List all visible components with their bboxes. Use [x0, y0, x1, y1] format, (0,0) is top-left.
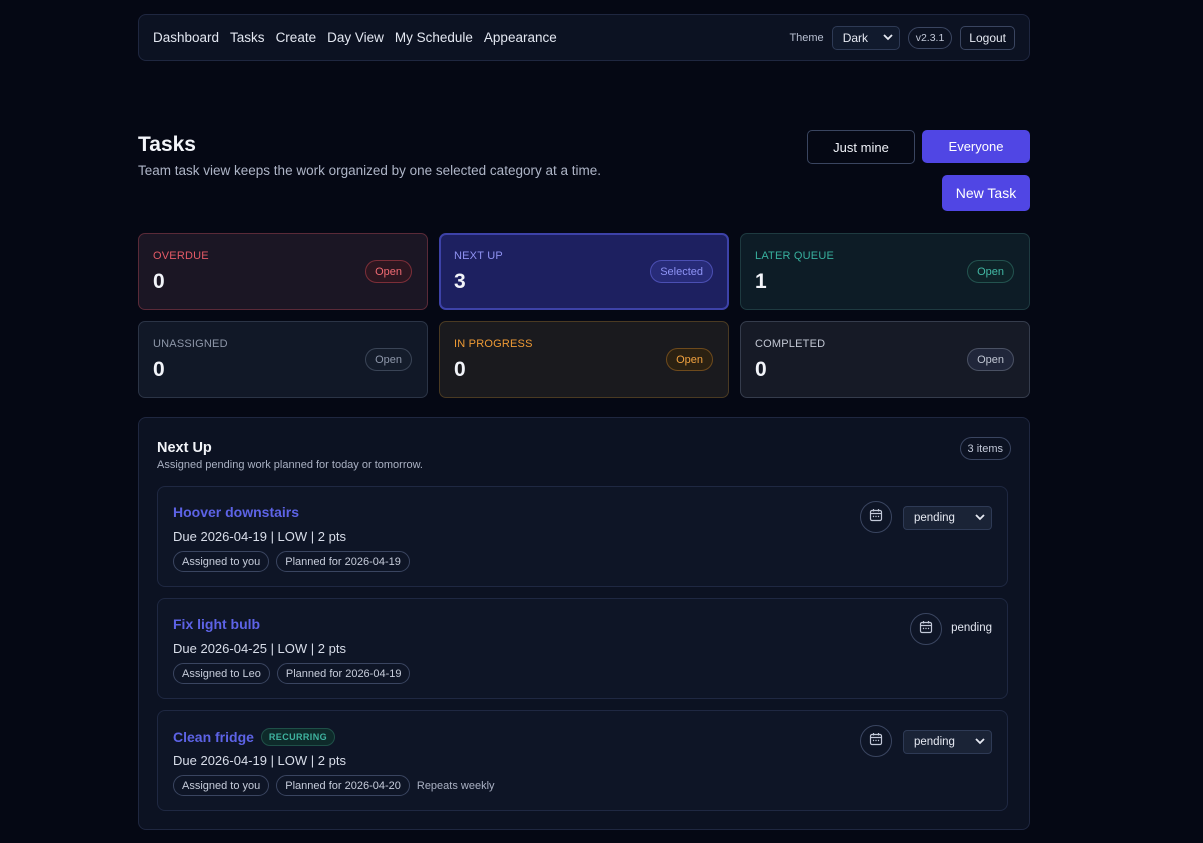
task-title[interactable]: Hoover downstairs	[173, 504, 299, 520]
repeat-text: Repeats weekly	[416, 779, 495, 792]
category-label: NEXT UP	[454, 250, 503, 262]
status-text: pending	[951, 622, 992, 634]
category-count: 3	[454, 270, 466, 293]
new-task-button[interactable]: New Task	[942, 175, 1030, 211]
status-select[interactable]: pending	[903, 730, 992, 754]
schedule-button[interactable]	[860, 725, 892, 757]
just-mine-button[interactable]: Just mine	[807, 130, 915, 164]
page-title: Tasks	[138, 133, 196, 156]
task-card: Clean fridge RECURRING Due 2026-04-19 | …	[157, 710, 1008, 811]
item-count-badge: 3 items	[959, 437, 1011, 460]
schedule-button[interactable]	[860, 501, 892, 533]
task-card: Fix light bulb Due 2026-04-25 | LOW | 2 …	[157, 598, 1008, 699]
category-card-later-queue[interactable]: LATER QUEUE 1 Open	[740, 233, 1030, 310]
calendar-icon	[869, 508, 883, 527]
task-title-link[interactable]: Clean fridge RECURRING	[173, 728, 336, 746]
status-select[interactable]: pending	[903, 506, 992, 530]
nav-right: Theme Dark v2.3.1 Logout	[789, 25, 1015, 50]
planned-chip: Planned for 2026-04-20	[276, 775, 410, 796]
chevron-down-icon	[975, 512, 985, 524]
logout-button[interactable]: Logout	[960, 25, 1015, 50]
nav-link-day-view[interactable]: Day View	[327, 30, 384, 45]
category-label: COMPLETED	[755, 338, 826, 350]
assignee-chip: Assigned to Leo	[173, 663, 270, 684]
panel-subtitle: Assigned pending work planned for today …	[157, 459, 423, 471]
category-card-next-up[interactable]: NEXT UP 3 Selected	[439, 233, 729, 310]
planned-chip: Planned for 2026-04-19	[276, 551, 410, 572]
top-nav: Dashboard Tasks Create Day View My Sched…	[138, 14, 1030, 61]
status-select-value: pending	[914, 512, 955, 524]
nav-links: Dashboard Tasks Create Day View My Sched…	[153, 30, 557, 45]
category-card-overdue[interactable]: OVERDUE 0 Open	[138, 233, 428, 310]
task-chips: Assigned to you Planned for 2026-04-19	[173, 551, 410, 572]
page-container: Dashboard Tasks Create Day View My Sched…	[138, 14, 1030, 830]
planned-chip: Planned for 2026-04-19	[276, 663, 411, 684]
category-badge[interactable]: Open	[365, 348, 412, 371]
category-label: OVERDUE	[153, 250, 209, 262]
task-card: Hoover downstairs Due 2026-04-19 | LOW |…	[157, 486, 1008, 587]
task-chips: Assigned to Leo Planned for 2026-04-19	[173, 663, 411, 684]
page-header: Tasks Team task view keeps the work orga…	[138, 61, 1030, 830]
chevron-down-icon	[975, 736, 985, 748]
task-title-link[interactable]: Hoover downstairs	[173, 504, 299, 520]
schedule-button[interactable]	[910, 613, 942, 645]
task-meta: Due 2026-04-25 | LOW | 2 pts	[173, 641, 346, 656]
status-select-value: pending	[914, 736, 955, 748]
category-count: 0	[454, 358, 466, 381]
nav-link-tasks[interactable]: Tasks	[230, 30, 265, 45]
assignee-chip: Assigned to you	[173, 551, 270, 572]
theme-label: Theme	[789, 31, 824, 44]
nav-link-my-schedule[interactable]: My Schedule	[395, 30, 473, 45]
task-title-link[interactable]: Fix light bulb	[173, 616, 260, 632]
category-count: 0	[153, 358, 165, 381]
page-subtitle: Team task view keeps the work organized …	[138, 163, 601, 178]
task-list-panel: Next Up Assigned pending work planned fo…	[138, 417, 1030, 830]
assignee-chip: Assigned to you	[173, 775, 270, 796]
category-card-unassigned[interactable]: UNASSIGNED 0 Open	[138, 321, 428, 398]
category-badge[interactable]: Open	[365, 260, 412, 283]
task-title[interactable]: Fix light bulb	[173, 616, 260, 632]
category-badge[interactable]: Open	[967, 348, 1014, 371]
category-card-completed[interactable]: COMPLETED 0 Open	[740, 321, 1030, 398]
panel-title: Next Up	[157, 440, 212, 456]
version-badge: v2.3.1	[907, 26, 953, 49]
nav-link-appearance[interactable]: Appearance	[484, 30, 557, 45]
category-count: 0	[755, 358, 767, 381]
category-badge[interactable]: Open	[967, 260, 1014, 283]
category-label: LATER QUEUE	[755, 250, 835, 262]
nav-link-create[interactable]: Create	[276, 30, 317, 45]
task-title[interactable]: Clean fridge	[173, 729, 254, 745]
category-count: 1	[755, 270, 767, 293]
category-badge[interactable]: Open	[666, 348, 713, 371]
task-meta: Due 2026-04-19 | LOW | 2 pts	[173, 529, 346, 544]
category-card-in-progress[interactable]: IN PROGRESS 0 Open	[439, 321, 729, 398]
recurring-badge: RECURRING	[260, 728, 336, 746]
calendar-icon	[869, 732, 883, 751]
chevron-down-icon	[883, 33, 893, 43]
calendar-icon	[919, 620, 933, 639]
theme-select[interactable]: Dark	[831, 25, 900, 50]
category-label: IN PROGRESS	[454, 338, 533, 350]
category-label: UNASSIGNED	[153, 338, 228, 350]
everyone-button[interactable]: Everyone	[922, 130, 1030, 163]
nav-link-dashboard[interactable]: Dashboard	[153, 30, 219, 45]
category-badge[interactable]: Selected	[650, 260, 713, 283]
task-meta: Due 2026-04-19 | LOW | 2 pts	[173, 753, 346, 768]
category-count: 0	[153, 270, 165, 293]
theme-select-value: Dark	[842, 30, 869, 45]
category-cards: OVERDUE 0 Open NEXT UP 3 Selected LATER …	[138, 233, 1030, 398]
task-chips: Assigned to you Planned for 2026-04-20 R…	[173, 775, 495, 796]
